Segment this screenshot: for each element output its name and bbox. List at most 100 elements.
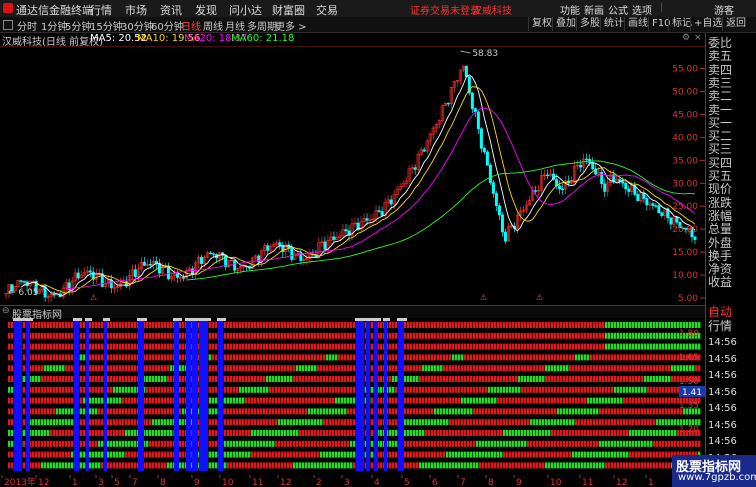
indicator-cell <box>524 440 527 447</box>
tab-multi-period[interactable]: 多周期 <box>247 18 277 33</box>
menu-wenxiaoda[interactable]: 问小达 <box>229 2 262 18</box>
indicator-cell <box>659 419 662 426</box>
indicator-cell <box>95 386 98 393</box>
indicator-cell <box>59 322 62 328</box>
indicator-cell <box>524 430 527 436</box>
menu-zixun[interactable]: 资讯 <box>160 2 182 18</box>
indicator-cell <box>581 354 584 361</box>
tab-fenshi[interactable]: 分时 <box>17 18 37 33</box>
tab-30min[interactable]: 30分钟 <box>121 18 154 33</box>
draw-line-button[interactable]: 画线 <box>624 17 651 31</box>
indicator-cell <box>587 343 590 350</box>
indicator-cell <box>179 419 182 426</box>
indicator-cell <box>581 430 584 436</box>
indicator-cell <box>227 440 230 447</box>
indicator-cell <box>335 343 338 350</box>
indicator-cell <box>638 440 641 447</box>
indicator-cell <box>506 386 509 393</box>
indicator-cell <box>83 408 86 415</box>
tab-1min[interactable]: 1分钟 <box>41 18 67 33</box>
indicator-cell <box>347 462 350 469</box>
indicator-cell <box>635 322 638 328</box>
tab-monthly[interactable]: 月线 <box>225 18 245 33</box>
indicator-cell <box>410 386 413 393</box>
indicator-cell <box>659 462 662 469</box>
indicator-cell <box>620 343 623 350</box>
tab-weekly[interactable]: 周线 <box>203 18 223 33</box>
tab-daily[interactable]: 日线 <box>181 18 201 33</box>
tab-15min[interactable]: 15分钟 <box>90 18 123 33</box>
indicator-cell <box>182 322 185 328</box>
indicator-cell <box>632 365 635 372</box>
indicator-cell <box>281 462 284 469</box>
fuquan-button[interactable]: 复权 <box>528 17 555 31</box>
login-warning[interactable]: 证券交易未登录 <box>410 2 480 17</box>
indicator-cell <box>239 462 242 469</box>
tab-60min[interactable]: 60分钟 <box>151 18 184 33</box>
indicator-cell <box>551 397 554 404</box>
menu-shichang[interactable]: 市场 <box>125 2 147 18</box>
trade-label[interactable]: 行情 <box>708 320 732 333</box>
indicator-cell <box>644 386 647 393</box>
indicator-cell <box>647 419 650 426</box>
indicator-cell <box>113 343 116 350</box>
back-button[interactable]: 返回 <box>722 17 749 31</box>
menu-faxian[interactable]: 发现 <box>195 2 217 18</box>
indicator-cell <box>146 397 149 404</box>
indicator-cell <box>212 343 215 350</box>
layout-icon[interactable] <box>3 20 13 30</box>
indicator-cell <box>59 451 62 458</box>
multi-stock-button[interactable]: 多股 <box>576 17 603 31</box>
close-icon[interactable]: × <box>694 33 702 43</box>
indicator-cell <box>53 354 56 361</box>
indicator-cell <box>152 430 155 436</box>
indicator-cell <box>488 322 491 328</box>
indicator-cell <box>353 397 356 404</box>
indicator-cell <box>674 430 677 436</box>
indicator-cell <box>650 397 653 404</box>
indicator-cell <box>227 343 230 350</box>
menu-gongshi[interactable]: 公式 <box>608 2 628 17</box>
indicator-cell <box>536 386 539 393</box>
menu-xinhua[interactable]: 新画 <box>584 2 604 17</box>
date-tick-label: 9 <box>516 478 522 487</box>
menu-hangqing[interactable]: 行情 <box>90 2 112 18</box>
menu-xuanxiang[interactable]: 选项 <box>632 2 652 17</box>
add-watchlist-button[interactable]: +自选 <box>690 17 725 31</box>
indicator-cell <box>323 376 326 382</box>
stats-button[interactable]: 统计 <box>600 17 627 31</box>
settings-icon[interactable]: ⚙ <box>682 33 690 43</box>
indicator-cell <box>551 451 554 458</box>
indicator-cell <box>257 386 260 393</box>
indicator-cell <box>317 343 320 350</box>
indicator-cell <box>476 440 479 447</box>
indicator-cell <box>443 386 446 393</box>
indicator-cell <box>443 451 446 458</box>
menu-gongneng[interactable]: 功能 <box>560 2 580 17</box>
tab-5min[interactable]: 5分钟 <box>65 18 91 33</box>
indicator-cell <box>464 440 467 447</box>
indicator-cell <box>23 408 26 415</box>
overlay-button[interactable]: 叠加 <box>552 17 579 31</box>
guest-user[interactable]: 游客 <box>714 2 734 17</box>
indicator-cell <box>317 430 320 436</box>
indicator-cell <box>326 354 329 361</box>
candlestick-chart[interactable]: 55.0050.0045.0040.0035.0030.0025.0020.00… <box>0 46 705 304</box>
indicator-cell <box>110 408 113 415</box>
indicator-cell <box>452 397 455 404</box>
indicator-cell <box>110 354 113 361</box>
indicator-cell <box>650 462 653 469</box>
menu-jiaoyi[interactable]: 交易 <box>316 2 338 18</box>
indicator-cell <box>548 430 551 436</box>
collapse-icon[interactable]: ⊖ <box>2 306 10 316</box>
tab-more[interactable]: 更多 > <box>275 18 307 33</box>
date-tick-label: 6 <box>432 478 438 487</box>
indicator-cell <box>548 440 551 447</box>
menu-caifuquan[interactable]: 财富圈 <box>272 2 305 18</box>
indicator-cell <box>551 408 554 415</box>
indicator-cell <box>599 365 602 372</box>
indicator-chart[interactable]: 1.801.651.501.351.201.41 <box>0 318 705 475</box>
indicator-cell <box>626 451 629 458</box>
auto-label[interactable]: 自动 <box>708 306 732 319</box>
indicator-cell <box>308 397 311 404</box>
